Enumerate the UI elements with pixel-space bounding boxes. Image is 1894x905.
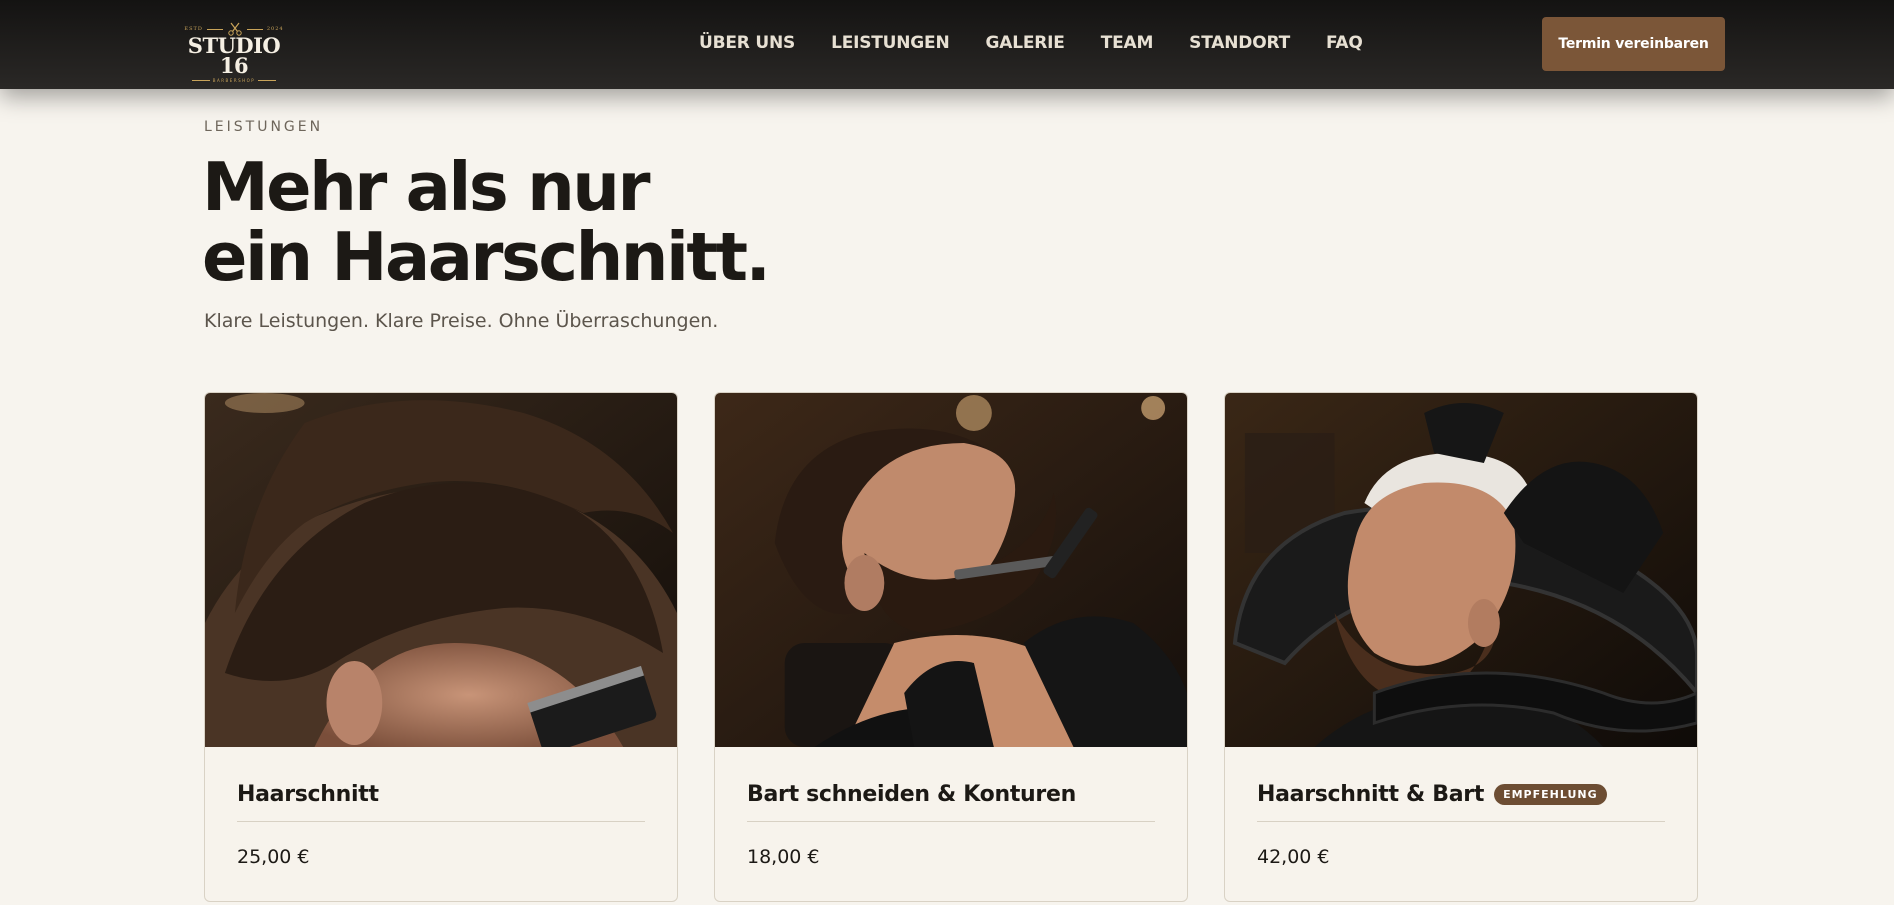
card-title-row: Haarschnitt (237, 782, 645, 822)
logo-subline: BARBERSHOP (180, 78, 288, 83)
section-subline: Klare Leistungen. Klare Preise. Ohne Übe… (204, 310, 719, 332)
haircut-fade-photo (205, 393, 677, 747)
main-nav: ÜBER UNS LEISTUNGEN GALERIE TEAM STANDOR… (699, 33, 1399, 53)
card-title-row: Haarschnitt & Bart EMPFEHLUNG (1257, 782, 1665, 822)
recommendation-badge: EMPFEHLUNG (1494, 784, 1607, 805)
section-eyebrow: LEISTUNGEN (204, 119, 324, 135)
card-title: Haarschnitt & Bart (1257, 782, 1485, 807)
nav-faq[interactable]: FAQ (1326, 33, 1363, 53)
page-title: Mehr als nur ein Haarschnitt. (202, 148, 771, 296)
service-card-bart[interactable]: Bart schneiden & Konturen 18,00 € (714, 392, 1188, 902)
logo-barbershop: BARBERSHOP (212, 78, 256, 83)
logo-name: STUDIO 16 (187, 33, 281, 78)
logo-sub-divider (191, 80, 210, 81)
service-card-haarschnitt-bart[interactable]: Haarschnitt & Bart EMPFEHLUNG 42,00 € (1224, 392, 1698, 902)
nav-ueber-uns[interactable]: ÜBER UNS (699, 33, 795, 53)
card-price: 18,00 € (747, 846, 820, 868)
studio-16-logo[interactable]: ESTD 2024 STUDIO 16 BARBERSHOP (180, 22, 288, 83)
beard-shave-photo (715, 393, 1187, 747)
nav-standort[interactable]: STANDORT (1189, 33, 1290, 53)
card-price: 25,00 € (237, 846, 310, 868)
nav-galerie[interactable]: GALERIE (986, 33, 1065, 53)
card-title: Haarschnitt (237, 782, 379, 807)
nav-leistungen[interactable]: LEISTUNGEN (831, 33, 950, 53)
card-price: 42,00 € (1257, 846, 1330, 868)
service-card-haarschnitt[interactable]: Haarschnitt 25,00 € (204, 392, 678, 902)
book-appointment-button[interactable]: Termin vereinbaren (1542, 17, 1725, 71)
logo-estd: ESTD (184, 26, 203, 32)
headline-line-1: Mehr als nur (202, 148, 651, 226)
nav-team[interactable]: TEAM (1101, 33, 1154, 53)
logo-divider (206, 28, 223, 30)
logo-sub-divider (258, 80, 277, 81)
logo-year: 2024 (266, 26, 284, 32)
site-header: ESTD 2024 STUDIO 16 BARBERSHOP ÜBER UNS … (0, 0, 1894, 89)
logo-divider (246, 28, 263, 30)
card-title-row: Bart schneiden & Konturen (747, 782, 1155, 822)
card-title: Bart schneiden & Konturen (747, 782, 1076, 807)
hair-wash-photo (1225, 393, 1697, 747)
headline-line-2: ein Haarschnitt. (202, 218, 771, 296)
